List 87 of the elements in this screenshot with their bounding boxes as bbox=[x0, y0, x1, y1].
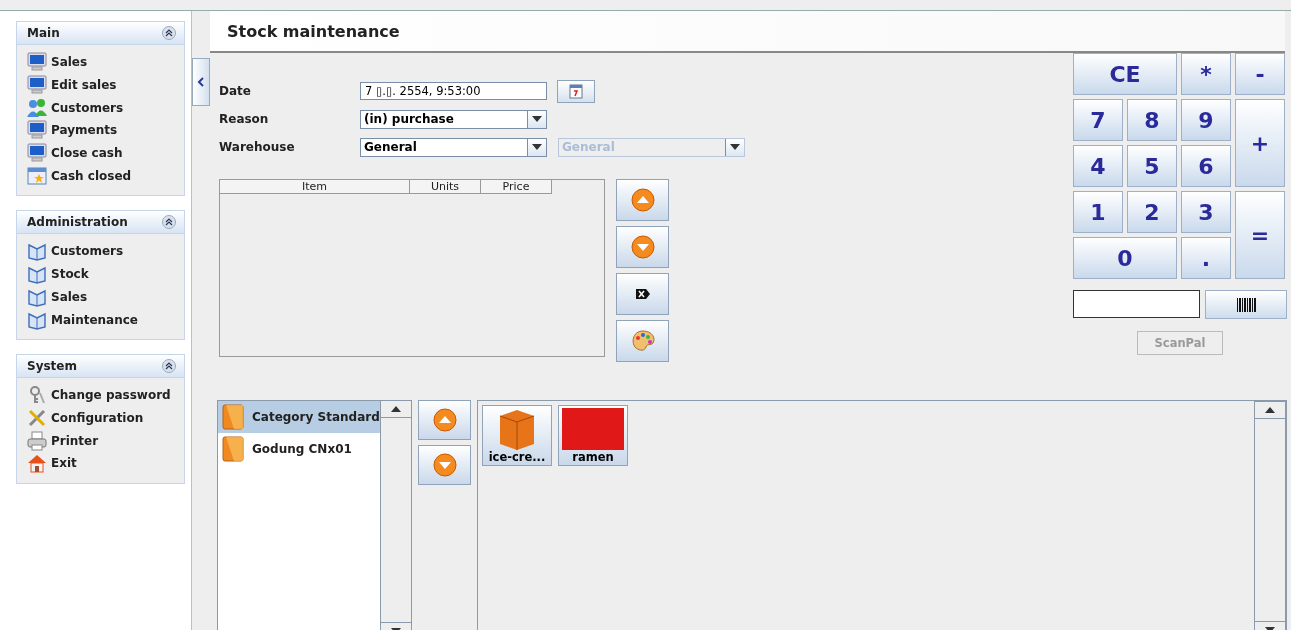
page-title: Stock maintenance bbox=[227, 21, 400, 41]
category-up-button[interactable] bbox=[418, 400, 471, 440]
scrollbar[interactable] bbox=[1254, 401, 1286, 630]
collapse-button[interactable] bbox=[192, 58, 210, 106]
keypad-key[interactable]: 3 bbox=[1181, 191, 1231, 233]
barcode-icon bbox=[1236, 296, 1256, 313]
caret-down-icon bbox=[532, 116, 542, 122]
move-up-button[interactable] bbox=[616, 179, 669, 221]
collapse-icon[interactable] bbox=[162, 215, 176, 230]
keypad-key[interactable]: 4 bbox=[1073, 145, 1123, 187]
tools-icon bbox=[27, 407, 47, 428]
keypad-key[interactable]: 7 bbox=[1073, 99, 1123, 141]
warehouse-label: Warehouse bbox=[219, 140, 296, 154]
keys-icon bbox=[27, 385, 47, 406]
keypad-key[interactable]: * bbox=[1181, 53, 1231, 95]
attributes-button[interactable] bbox=[616, 320, 669, 362]
sidebar-item[interactable]: Configuration bbox=[27, 406, 184, 430]
category-item[interactable]: Godung CNx01 bbox=[218, 433, 380, 465]
barcode-button[interactable] bbox=[1205, 290, 1287, 319]
keypad-key[interactable]: 6 bbox=[1181, 145, 1231, 187]
book-icon bbox=[27, 241, 47, 262]
column-header[interactable]: Item bbox=[220, 180, 410, 194]
sidebar-item[interactable]: Customers bbox=[27, 240, 184, 263]
caret-up-icon bbox=[1265, 407, 1275, 413]
home-icon bbox=[27, 453, 47, 474]
sidebar-item[interactable]: Sales bbox=[27, 285, 184, 309]
panel-title: Main bbox=[27, 26, 60, 40]
folder-icon bbox=[222, 404, 244, 430]
sidebar-item[interactable]: Customers bbox=[27, 96, 184, 120]
caret-down-icon bbox=[532, 144, 542, 150]
keypad-key[interactable]: . bbox=[1181, 237, 1231, 279]
keypad-key[interactable]: 8 bbox=[1127, 99, 1177, 141]
calendar-button[interactable] bbox=[557, 79, 595, 103]
printer-icon bbox=[27, 430, 47, 451]
monitor-icon bbox=[27, 75, 47, 96]
delete-line-button[interactable] bbox=[616, 273, 669, 315]
book-icon bbox=[27, 264, 47, 285]
category-down-button[interactable] bbox=[418, 445, 471, 485]
caret-down-icon bbox=[730, 144, 740, 150]
sidebar-item[interactable]: Sales bbox=[27, 51, 184, 74]
collapse-icon[interactable] bbox=[162, 358, 176, 373]
move-down-button[interactable] bbox=[616, 226, 669, 268]
sidebar-item[interactable]: Stock bbox=[27, 262, 184, 286]
caret-up-icon bbox=[391, 406, 401, 412]
scrollbar[interactable] bbox=[380, 400, 412, 630]
sidebar-item[interactable]: Cash closed bbox=[27, 164, 184, 188]
keypad-key[interactable]: CE bbox=[1073, 53, 1177, 95]
product-tile[interactable]: ramen bbox=[558, 405, 628, 466]
product-tile[interactable]: ice-cre... bbox=[482, 405, 552, 466]
calendar-icon bbox=[568, 83, 584, 99]
warehouse-dropdown[interactable]: General bbox=[360, 137, 547, 157]
keypad-key[interactable]: 9 bbox=[1181, 99, 1231, 141]
keypad-key[interactable]: 1 bbox=[1073, 191, 1123, 233]
collapse-icon[interactable] bbox=[162, 26, 176, 40]
folder-icon bbox=[222, 436, 244, 462]
delete-icon bbox=[634, 288, 651, 300]
sidebar-item[interactable]: Exit bbox=[27, 451, 184, 475]
monitor-icon bbox=[27, 52, 47, 73]
sidebar-item[interactable]: Edit sales bbox=[27, 73, 184, 97]
sidebar-item[interactable]: Printer bbox=[27, 429, 184, 452]
users-icon bbox=[27, 97, 47, 118]
monitor-icon bbox=[27, 120, 47, 141]
barcode-field[interactable] bbox=[1073, 290, 1200, 318]
panel-title: System bbox=[27, 358, 77, 373]
reason-dropdown[interactable]: (in) purchase bbox=[360, 109, 547, 129]
monitor-icon bbox=[27, 143, 47, 164]
sidebar-item[interactable]: Change password bbox=[27, 383, 184, 407]
sidebar-item[interactable]: Payments bbox=[27, 119, 184, 142]
photo-placeholder bbox=[562, 408, 624, 450]
column-header[interactable]: Price bbox=[481, 180, 552, 194]
chevron-left-icon bbox=[197, 77, 205, 87]
palette-icon bbox=[629, 329, 656, 353]
panel-title: Administration bbox=[27, 215, 128, 230]
category-item[interactable]: Category Standard bbox=[218, 401, 380, 433]
keypad-key[interactable]: - bbox=[1235, 53, 1285, 95]
keypad-key[interactable]: + bbox=[1235, 99, 1285, 187]
reason-label: Reason bbox=[219, 112, 270, 126]
keypad-key[interactable]: 2 bbox=[1127, 191, 1177, 233]
column-header[interactable]: Units bbox=[410, 180, 481, 194]
keypad-key[interactable]: 5 bbox=[1127, 145, 1177, 187]
date-label: Date bbox=[219, 84, 252, 98]
date-field[interactable]: 7 ▯.▯. 2554, 9:53:00 bbox=[360, 82, 547, 100]
sidebar-item[interactable]: Maintenance bbox=[27, 308, 184, 331]
keypad-key[interactable]: 0 bbox=[1073, 237, 1177, 279]
keypad-key[interactable]: = bbox=[1235, 191, 1285, 279]
calendar-icon bbox=[27, 165, 47, 186]
sidebar-item[interactable]: Close cash bbox=[27, 141, 184, 165]
